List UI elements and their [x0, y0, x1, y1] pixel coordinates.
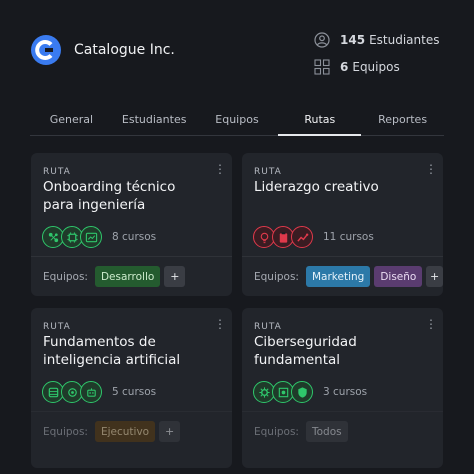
- teams-label: Equipos:: [43, 425, 88, 438]
- course-count: 8 cursos: [112, 231, 157, 243]
- teams-count: 6: [340, 60, 349, 74]
- card-menu-button[interactable]: ⋮: [214, 162, 226, 176]
- tab-general[interactable]: General: [30, 108, 113, 135]
- header: Catalogue Inc. 145 Estudiantes 6 Equipos: [30, 30, 444, 92]
- company-logo-icon: [31, 35, 61, 65]
- card-teams-row: Equipos: Ejecutivo +: [31, 411, 232, 451]
- team-tag[interactable]: Marketing: [305, 266, 371, 287]
- teams-stat: 6 Equipos: [314, 57, 400, 77]
- students-count: 145: [340, 33, 366, 47]
- teams-label: Equipos:: [254, 425, 299, 438]
- path-card[interactable]: RUTA Ciberseguridad fundamental ⋮ 3 curs…: [242, 308, 443, 468]
- company-name: Catalogue Inc.: [74, 42, 175, 58]
- card-kind: RUTA: [254, 322, 282, 332]
- card-kind: RUTA: [43, 167, 71, 177]
- card-teams-row: Equipos: Marketing Diseño +: [242, 256, 443, 296]
- card-title[interactable]: Ciberseguridad fundamental: [254, 333, 419, 369]
- tab-bar: General Estudiantes Equipos Rutas Report…: [30, 108, 444, 136]
- path-card[interactable]: RUTA Fundamentos de inteligencia artific…: [31, 308, 232, 468]
- tab-equipos[interactable]: Equipos: [196, 108, 279, 135]
- team-tag[interactable]: Todos: [305, 421, 348, 442]
- course-count: 5 cursos: [112, 386, 157, 398]
- card-menu-button[interactable]: ⋮: [425, 317, 437, 331]
- students-stat: 145 Estudiantes: [314, 30, 439, 50]
- card-kind: RUTA: [43, 322, 71, 332]
- add-team-button[interactable]: +: [164, 266, 186, 287]
- chart-icon: [291, 226, 313, 248]
- tab-reportes[interactable]: Reportes: [361, 108, 444, 135]
- teams-label: Equipos:: [43, 270, 88, 283]
- shield-icon: [291, 381, 313, 403]
- teams-label: Equipos: [352, 60, 400, 74]
- card-title[interactable]: Onboarding técnico para ingeniería: [43, 178, 208, 214]
- add-team-button[interactable]: +: [159, 421, 181, 442]
- team-tag[interactable]: Ejecutivo: [94, 421, 156, 442]
- card-menu-button[interactable]: ⋮: [425, 162, 437, 176]
- course-icons: 5 cursos: [42, 380, 156, 404]
- add-team-button[interactable]: +: [426, 266, 443, 287]
- team-tag[interactable]: Desarrollo: [94, 266, 161, 287]
- course-count: 3 cursos: [323, 386, 368, 398]
- path-card[interactable]: RUTA Onboarding técnico para ingeniería …: [31, 153, 232, 296]
- course-icons: 11 cursos: [253, 225, 374, 249]
- tab-estudiantes[interactable]: Estudiantes: [113, 108, 196, 135]
- card-teams-row: Equipos: Todos: [242, 411, 443, 451]
- students-label: Estudiantes: [369, 33, 440, 47]
- course-icons: 8 cursos: [42, 225, 156, 249]
- robot-icon: [80, 381, 102, 403]
- course-icons: 3 cursos: [253, 380, 367, 404]
- card-kind: RUTA: [254, 167, 282, 177]
- card-menu-button[interactable]: ⋮: [214, 317, 226, 331]
- path-card[interactable]: RUTA Liderazgo creativo ⋮ 11 cursos Equi…: [242, 153, 443, 296]
- user-icon: [314, 32, 330, 48]
- dashboard-icon: [80, 226, 102, 248]
- tab-rutas[interactable]: Rutas: [278, 108, 361, 136]
- team-tag[interactable]: Diseño: [374, 266, 423, 287]
- grid-icon: [314, 59, 330, 75]
- card-title[interactable]: Fundamentos de inteligencia artificial: [43, 333, 208, 369]
- card-title[interactable]: Liderazgo creativo: [254, 178, 419, 196]
- teams-label: Equipos:: [254, 270, 299, 283]
- course-count: 11 cursos: [323, 231, 374, 243]
- card-teams-row: Equipos: Desarrollo +: [31, 256, 232, 296]
